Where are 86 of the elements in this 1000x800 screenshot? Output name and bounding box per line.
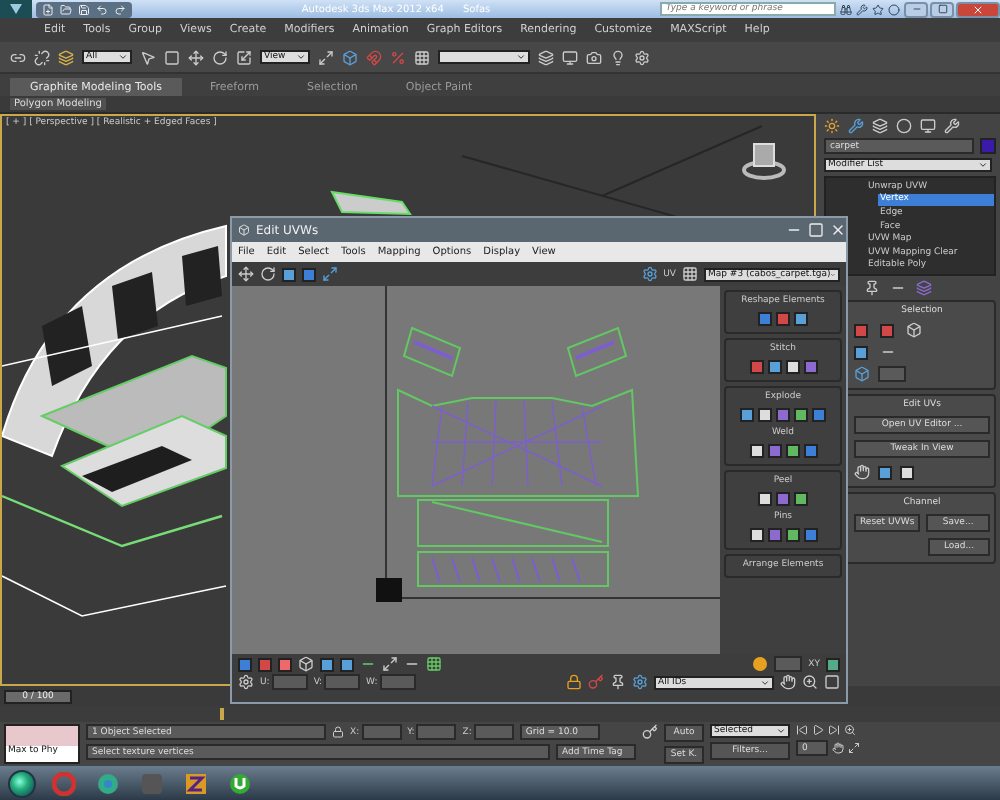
folder-icon[interactable]: [60, 3, 72, 15]
coordinate-field[interactable]: [473, 724, 514, 740]
box-icon[interactable]: [906, 322, 922, 338]
caret-icon: [978, 160, 988, 170]
spinner-field[interactable]: [878, 366, 906, 382]
modify-icon[interactable]: [848, 118, 864, 134]
link-icon[interactable]: [10, 49, 26, 65]
light-icon[interactable]: [610, 49, 626, 65]
hand-icon[interactable]: [780, 674, 796, 690]
lock-icon[interactable]: [332, 726, 344, 738]
settings-icon[interactable]: [238, 674, 254, 690]
binoculars-icon[interactable]: [840, 3, 852, 15]
zoom-icon[interactable]: [802, 674, 818, 690]
box-icon[interactable]: [854, 366, 870, 382]
minimize-icon: [911, 4, 921, 14]
uv-tool-icon[interactable]: [826, 657, 840, 671]
expand-icon[interactable]: [382, 656, 398, 672]
rotate-icon[interactable]: [260, 266, 276, 282]
hierarchy-icon[interactable]: [872, 118, 888, 134]
scale-icon[interactable]: [236, 49, 252, 65]
skip-back-icon[interactable]: [796, 724, 808, 736]
skip-forward-icon[interactable]: [828, 724, 840, 736]
close-button[interactable]: [956, 1, 1000, 17]
maximize-icon: [937, 4, 947, 14]
utilities-icon[interactable]: [944, 118, 960, 134]
grid-icon[interactable]: [426, 656, 442, 672]
create-icon[interactable]: [824, 118, 840, 134]
redo-icon[interactable]: [114, 3, 126, 15]
key-icon[interactable]: [588, 674, 604, 690]
coordinate-field[interactable]: [324, 674, 361, 690]
archive-app-icon[interactable]: [180, 769, 212, 797]
new-file-icon[interactable]: [42, 3, 54, 15]
save-icon[interactable]: [78, 3, 90, 15]
display-icon[interactable]: [920, 118, 936, 134]
settings-icon[interactable]: [634, 49, 650, 65]
star-icon[interactable]: [872, 3, 884, 15]
pin-icon[interactable]: [864, 280, 880, 296]
start-button[interactable]: [8, 769, 36, 797]
close-icon[interactable]: [830, 222, 846, 238]
app-logo-icon[interactable]: [0, 0, 32, 18]
coordinate-field[interactable]: [379, 674, 416, 690]
torrent-app-icon[interactable]: [224, 769, 256, 797]
maximize-icon[interactable]: [808, 222, 824, 238]
caret-icon: [296, 52, 306, 62]
close-icon: [972, 3, 984, 15]
key-icon[interactable]: [642, 724, 658, 740]
globe-app-icon[interactable]: [92, 769, 124, 797]
box-icon[interactable]: [298, 656, 314, 672]
caret-icon: [516, 52, 526, 62]
uv-origin-icon: [376, 578, 402, 602]
caret-icon: [760, 677, 770, 687]
viewcube-icon[interactable]: [742, 140, 786, 180]
move-icon[interactable]: [238, 266, 254, 282]
play-icon[interactable]: [812, 724, 824, 736]
maximize-button[interactable]: [930, 1, 954, 17]
move-icon[interactable]: [188, 49, 204, 65]
box-icon[interactable]: [342, 49, 358, 65]
caret-icon: [776, 726, 786, 736]
monitor-icon[interactable]: [562, 49, 578, 65]
named-selection-dropdown[interactable]: [438, 50, 530, 64]
object-color-swatch[interactable]: [980, 138, 996, 154]
mirror-icon[interactable]: [322, 266, 338, 282]
undo-icon[interactable]: [96, 3, 108, 15]
layers-icon[interactable]: [58, 49, 74, 65]
zoom-region-icon[interactable]: [824, 674, 840, 690]
sun-icon[interactable]: [752, 656, 769, 672]
caret-icon: [118, 52, 128, 62]
coordinate-field[interactable]: [361, 724, 402, 740]
render-icon[interactable]: [586, 49, 602, 65]
layer-icon[interactable]: [538, 49, 554, 65]
rectangle-select-icon[interactable]: [164, 49, 180, 65]
coordinate-field[interactable]: [271, 674, 308, 690]
spinner-field[interactable]: [774, 656, 803, 672]
lock-icon[interactable]: [566, 674, 582, 690]
unlink-icon[interactable]: [34, 49, 50, 65]
coordinate-field[interactable]: [416, 724, 457, 740]
grid-icon[interactable]: [682, 266, 698, 282]
grid-icon[interactable]: [414, 49, 430, 65]
select-icon[interactable]: [140, 49, 156, 65]
rotate-icon[interactable]: [212, 49, 228, 65]
pin-icon[interactable]: [610, 674, 626, 690]
motion-icon[interactable]: [896, 118, 912, 134]
zoom-icon[interactable]: [844, 724, 856, 736]
hand-icon[interactable]: [854, 464, 870, 480]
pan-icon[interactable]: [832, 742, 844, 754]
wrench-icon[interactable]: [856, 3, 868, 15]
